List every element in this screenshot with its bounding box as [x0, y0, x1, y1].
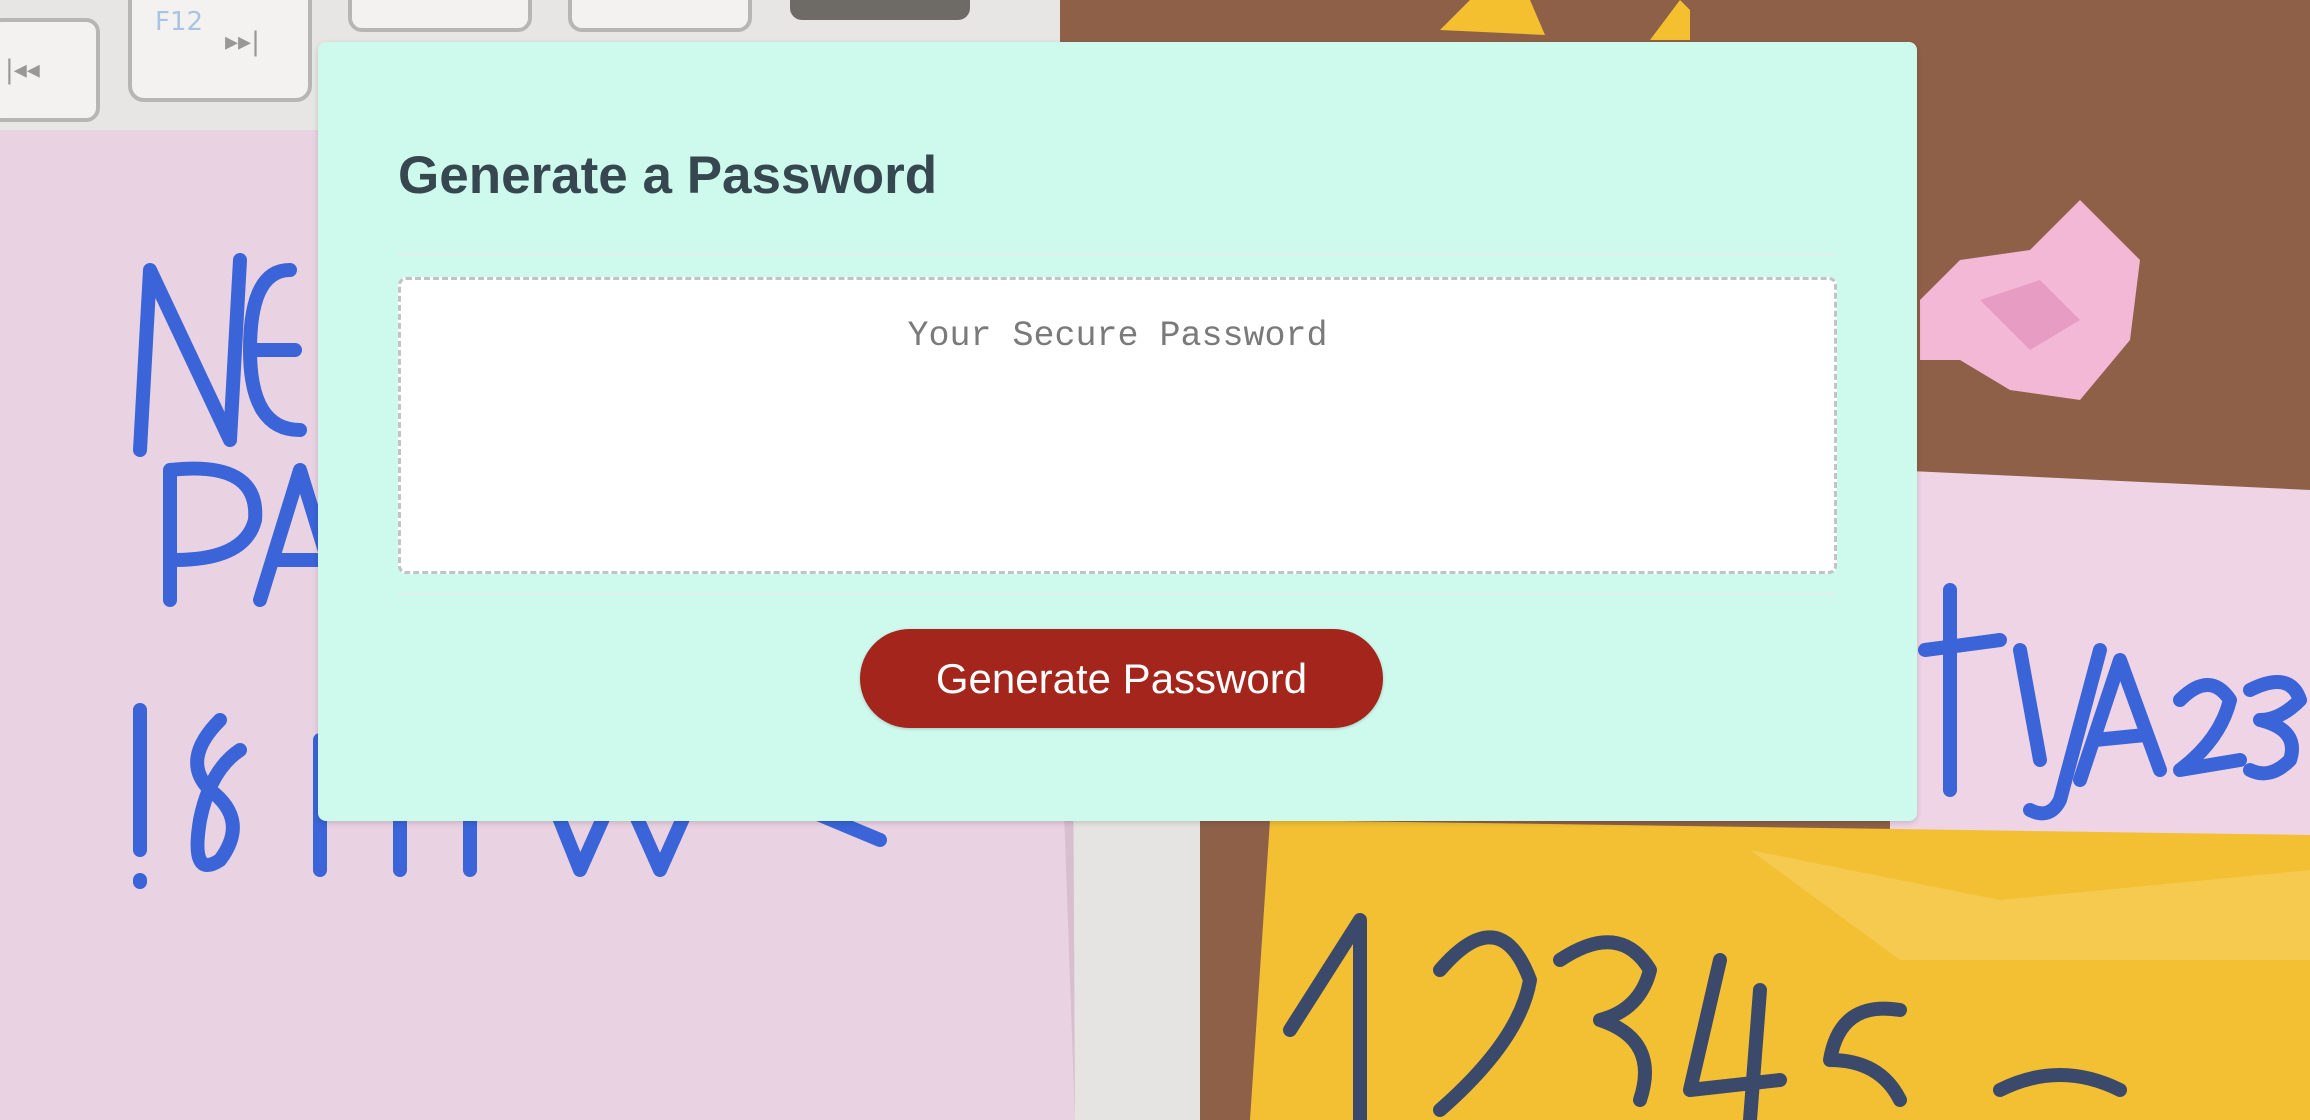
- header-divider: [398, 254, 1837, 256]
- svg-text:▸▸|: ▸▸|: [225, 27, 260, 57]
- generate-password-button[interactable]: Generate Password: [860, 629, 1383, 728]
- password-generator-card: Generate a Password Generate Password: [318, 42, 1917, 821]
- svg-text:|◂◂: |◂◂: [5, 55, 40, 85]
- page: F12 ▸▸| |◂◂ Generate a Password Your Sec…: [0, 0, 2310, 1120]
- page-title: Generate a Password: [398, 146, 938, 205]
- password-output-field[interactable]: [398, 277, 1837, 574]
- footer-divider: [398, 593, 1837, 595]
- svg-text:F12: F12: [155, 7, 203, 37]
